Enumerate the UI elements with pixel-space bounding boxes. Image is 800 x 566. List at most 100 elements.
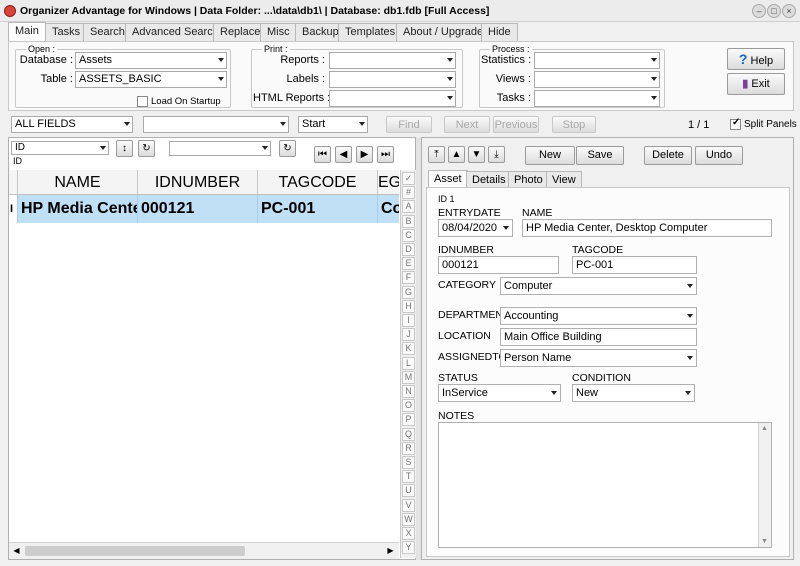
statistics-select[interactable] (534, 52, 660, 69)
entrydate-picker[interactable]: 08/04/2020 (438, 219, 513, 237)
labels-select[interactable] (329, 71, 456, 88)
alphabet-index-item[interactable]: S (402, 456, 415, 469)
exit-button[interactable]: ▮ Exit (727, 73, 785, 95)
column-header-tagcode[interactable]: TAGCODE (258, 170, 378, 195)
alphabet-index-item[interactable]: D (402, 243, 415, 256)
scroll-thumb[interactable] (25, 546, 245, 556)
search-text-input[interactable] (143, 116, 289, 133)
minimize-button[interactable]: – (752, 4, 766, 18)
notes-scrollbar[interactable]: ▲ ▼ (758, 423, 771, 547)
search-field-select[interactable]: ALL FIELDS (11, 116, 133, 133)
previous-button[interactable]: Previous (493, 116, 539, 133)
tasks-select[interactable] (534, 90, 660, 107)
search-mode-select[interactable]: Start (298, 116, 368, 133)
cell-tagcode[interactable]: PC-001 (258, 195, 378, 223)
tab-main[interactable]: Main (8, 22, 46, 42)
tab-advanced-search[interactable]: Advanced Search (125, 23, 226, 42)
next-button[interactable]: Next (444, 116, 490, 133)
tab-tasks[interactable]: Tasks (45, 23, 88, 42)
alphabet-index-item[interactable]: F (402, 271, 415, 285)
horizontal-scrollbar[interactable]: ◀ ▶ (9, 542, 399, 559)
column-header-category[interactable]: EG (378, 170, 399, 195)
alphabet-index-item[interactable]: U (402, 484, 415, 498)
tab-misc[interactable]: Misc (260, 23, 297, 42)
reports-select[interactable] (329, 52, 456, 69)
name-field[interactable]: HP Media Center, Desktop Computer (522, 219, 772, 237)
undo-button[interactable]: Undo (695, 146, 743, 165)
sort-direction-button[interactable]: ↕ (116, 140, 133, 157)
next-record-button[interactable]: ▶ (356, 146, 373, 163)
alphabet-index-item[interactable]: K (402, 342, 415, 356)
idnumber-field[interactable]: 000121 (438, 256, 559, 274)
alphabet-index-item[interactable]: I (402, 314, 415, 327)
tab-templates[interactable]: Templates (338, 23, 403, 42)
close-button[interactable]: × (782, 4, 796, 18)
scroll-left-icon[interactable]: ◀ (10, 544, 23, 557)
scroll-right-icon[interactable]: ▶ (384, 544, 397, 557)
notes-textarea[interactable]: ▲ ▼ (438, 422, 772, 548)
scroll-down-icon[interactable]: ▼ (761, 538, 768, 545)
tab-about-upgrade[interactable]: About / Upgrade (396, 23, 491, 42)
move-top-button[interactable]: ⤒ (428, 146, 445, 163)
split-panels-checkbox[interactable] (730, 117, 741, 130)
alphabet-index-item[interactable]: # (402, 186, 415, 200)
alphabet-index-item[interactable]: R (402, 441, 415, 455)
new-button[interactable]: New (525, 146, 575, 165)
alphabet-index-item[interactable]: A (402, 200, 415, 214)
location-field[interactable]: Main Office Building (500, 328, 697, 346)
alphabet-index-item[interactable]: G (402, 285, 415, 299)
alphabet-index-item[interactable]: B (402, 214, 415, 228)
alphabet-index-item[interactable]: N (402, 385, 415, 398)
alphabet-index-item[interactable]: T (402, 470, 415, 484)
column-header-idnumber[interactable]: IDNUMBER (138, 170, 258, 195)
alphabet-index-item[interactable]: V (402, 498, 415, 512)
category-select[interactable]: Computer (500, 277, 697, 295)
alphabet-index-item[interactable]: E (402, 257, 415, 271)
assignedto-select[interactable]: Person Name (500, 349, 697, 367)
find-button[interactable]: Find (386, 116, 432, 133)
cell-idnumber[interactable]: 000121 (138, 195, 258, 223)
filter-select[interactable] (169, 141, 271, 156)
column-header-name[interactable]: NAME (18, 170, 138, 195)
maximize-button[interactable]: □ (767, 4, 781, 18)
alphabet-index-item[interactable]: L (402, 356, 415, 370)
refresh-sort-button[interactable]: ↻ (138, 140, 155, 157)
cell-category[interactable]: Co (378, 195, 399, 223)
alphabet-index-item[interactable]: H (402, 299, 415, 313)
delete-button[interactable]: Delete (644, 146, 692, 165)
save-button[interactable]: Save (576, 146, 624, 165)
alphabet-index-item[interactable]: Y (402, 541, 415, 555)
refresh-filter-button[interactable]: ↻ (279, 140, 296, 157)
html-reports-select[interactable] (329, 90, 456, 107)
status-select[interactable]: InService (438, 384, 561, 402)
move-up-button[interactable]: ▲ (448, 146, 465, 163)
move-bottom-button[interactable]: ⤓ (488, 146, 505, 163)
alphabet-index-item[interactable]: J (402, 328, 415, 342)
alphabet-index-item[interactable]: C (402, 228, 415, 242)
alphabet-index-item[interactable]: Q (402, 427, 415, 441)
alphabet-index-item[interactable]: P (402, 413, 415, 427)
help-button[interactable]: ? Help (727, 48, 785, 70)
table-select[interactable]: ASSETS_BASIC (75, 71, 227, 88)
alphabet-index-item[interactable]: M (402, 370, 415, 384)
last-record-button[interactable]: ⏭ (377, 146, 394, 163)
stop-button[interactable]: Stop (552, 116, 596, 133)
condition-select[interactable]: New (572, 384, 695, 402)
tab-hide[interactable]: Hide (481, 23, 518, 42)
scroll-up-icon[interactable]: ▲ (761, 425, 768, 432)
cell-name[interactable]: HP Media Cente (18, 195, 138, 223)
tagcode-field[interactable]: PC-001 (572, 256, 697, 274)
previous-record-button[interactable]: ◀ (335, 146, 352, 163)
alphabet-index-item[interactable]: O (402, 399, 415, 413)
load-on-startup-checkbox[interactable] (137, 96, 148, 107)
move-down-button[interactable]: ▼ (468, 146, 485, 163)
alphabet-index-item[interactable]: X (402, 527, 415, 540)
department-select[interactable]: Accounting (500, 307, 697, 325)
alphabet-index-item[interactable]: W (402, 512, 415, 526)
database-select[interactable]: Assets (75, 52, 227, 69)
sort-field-select[interactable]: ID (11, 141, 109, 155)
table-row[interactable]: I HP Media Cente 000121 PC-001 Co (9, 195, 399, 223)
views-select[interactable] (534, 71, 660, 88)
first-record-button[interactable]: ⏮ (314, 146, 331, 163)
alphabet-index-item[interactable]: ✓ (402, 172, 415, 185)
